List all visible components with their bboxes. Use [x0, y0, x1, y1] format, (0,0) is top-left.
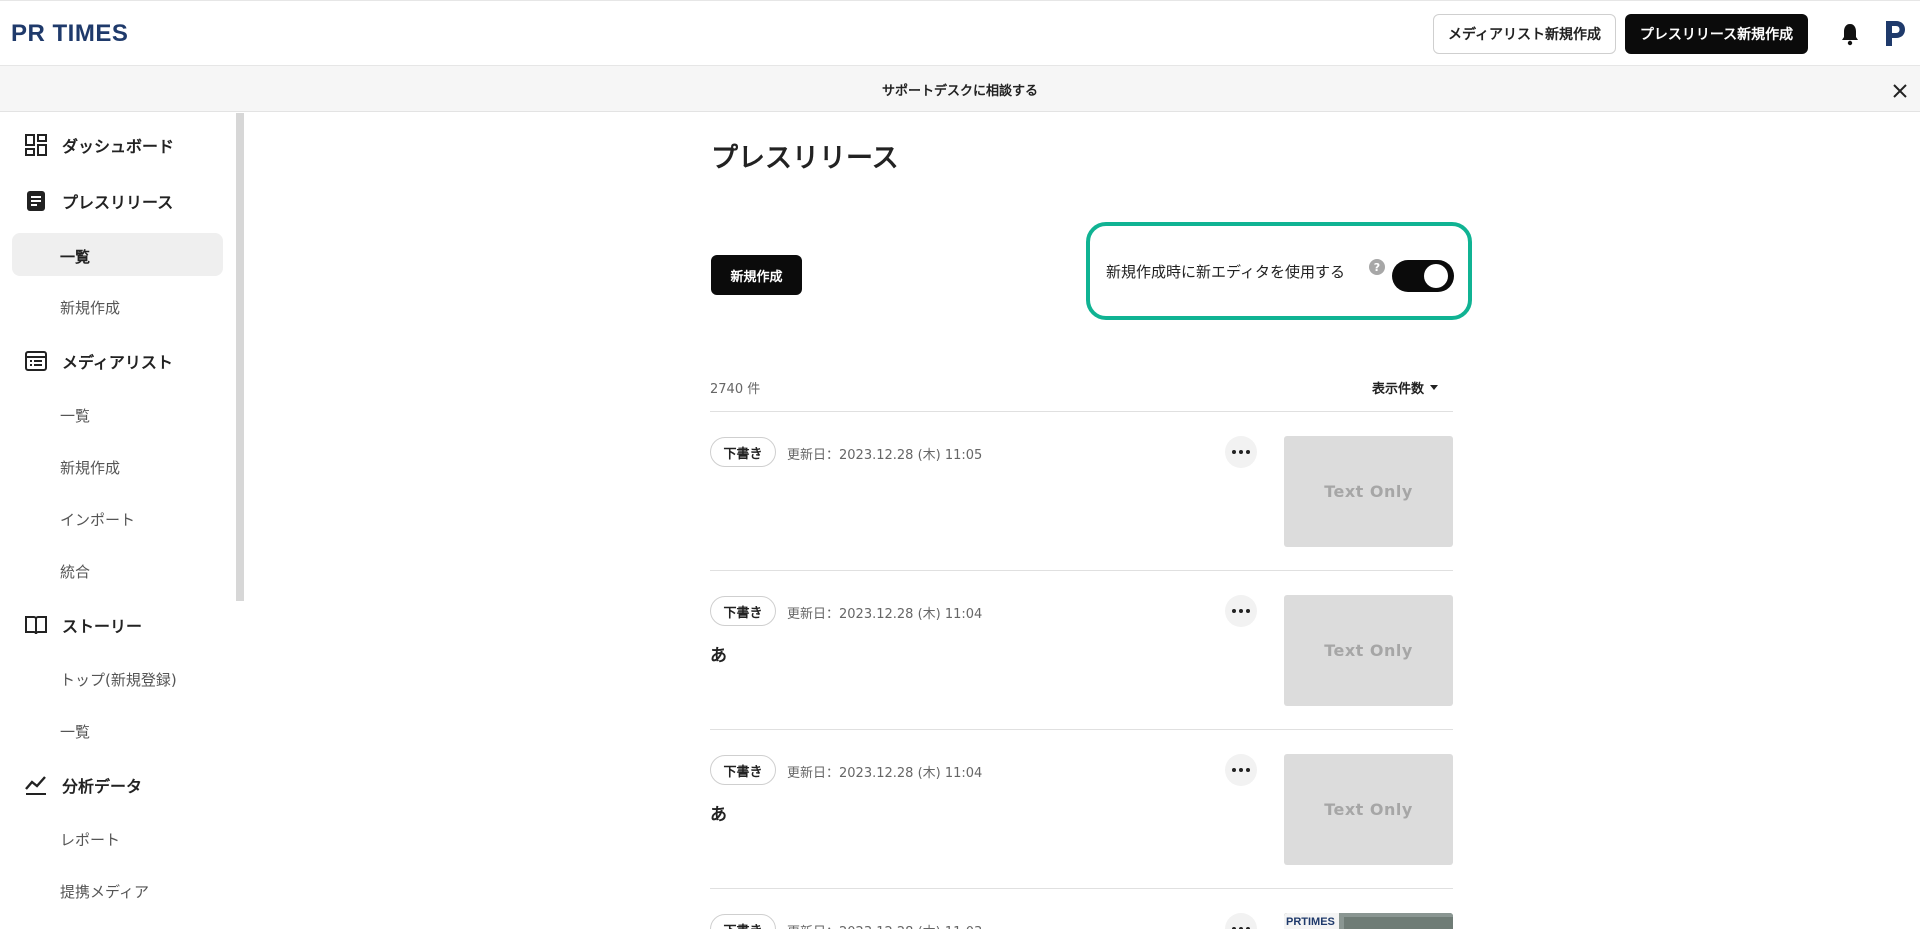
svg-text:PR TIMES: PR TIMES	[11, 20, 128, 47]
chart-line-icon	[25, 776, 46, 795]
status-badge: 下書き	[710, 437, 776, 467]
list-item[interactable]: 下書き 更新日：2023.12.28 (木) 11:04 あ Text Only	[710, 730, 1453, 889]
sidebar-item-media-list-list[interactable]: 一覧	[60, 405, 90, 425]
sidebar-scrollbar[interactable]	[236, 113, 244, 601]
sidebar-item-media-list-new[interactable]: 新規作成	[60, 457, 120, 477]
per-page-dropdown[interactable]: 表示件数	[1372, 378, 1439, 397]
sidebar-item-analytics-media[interactable]: 提携メディア	[60, 881, 149, 901]
sidebar-item-label: 一覧	[60, 248, 91, 266]
updated-date: 更新日：2023.12.28 (木) 11:04	[787, 766, 983, 781]
list-item[interactable]: 下書き 更新日：2023.12.28 (木) 11:05 Text Only	[710, 412, 1453, 571]
updated-date: 更新日：2023.12.28 (木) 11:04	[787, 607, 983, 622]
top-header: PR TIMES メディアリスト新規作成 プレスリリース新規作成	[0, 0, 1920, 66]
sidebar-item-label: メディアリスト	[62, 353, 173, 372]
updated-date: 更新日：2023.12.28 (木) 11:03	[787, 921, 982, 929]
page-title: プレスリリース	[711, 143, 899, 174]
status-badge: 下書き	[710, 596, 776, 626]
sidebar-item-media-list[interactable]: メディアリスト	[24, 347, 173, 375]
sidebar-item-press-release-list[interactable]	[12, 233, 223, 276]
thumbnail: Text Only	[1284, 436, 1453, 547]
sidebar-item-media-list-merge[interactable]: 統合	[60, 561, 90, 581]
book-icon	[25, 616, 47, 635]
more-options-button[interactable]	[1225, 436, 1257, 468]
release-title[interactable]: あ	[710, 800, 727, 825]
sidebar-item-dashboard[interactable]: ダッシュボード	[24, 131, 174, 159]
updated-date: 更新日：2023.12.28 (木) 11:05	[787, 448, 983, 463]
support-desk-link[interactable]: サポートデスクに相談する	[0, 80, 1920, 99]
sidebar-item-analytics[interactable]: 分析データ	[24, 771, 142, 799]
close-icon[interactable]	[1889, 80, 1911, 102]
list-item[interactable]: 下書き 更新日：2023.12.28 (木) 11:03 PRTIMES	[710, 889, 1453, 929]
new-press-release-button[interactable]: プレスリリース新規作成	[1625, 14, 1808, 54]
new-media-list-button[interactable]: メディアリスト新規作成	[1433, 14, 1616, 54]
release-title[interactable]: あ	[710, 641, 727, 666]
thumbnail-logo-text: PRTIMES	[1286, 916, 1335, 928]
status-badge: 下書き	[710, 914, 776, 929]
more-options-button[interactable]	[1225, 913, 1257, 929]
sidebar-item-press-release-new[interactable]: 新規作成	[60, 297, 120, 317]
thumbnail: Text Only	[1284, 595, 1453, 706]
sidebar-item-press-release[interactable]: プレスリリース	[24, 187, 173, 215]
sidebar-item-label: 分析データ	[62, 777, 143, 796]
sidebar-item-label: プレスリリース	[62, 193, 174, 212]
more-options-button[interactable]	[1225, 595, 1257, 627]
dashboard-icon	[25, 134, 47, 156]
sidebar-item-label: ダッシュボード	[62, 137, 175, 156]
thumbnail-photo: PRTIMES	[1284, 913, 1453, 929]
support-bar: サポートデスクに相談する	[0, 66, 1920, 112]
bell-icon[interactable]	[1839, 22, 1861, 46]
sidebar-item-story[interactable]: ストーリー	[24, 611, 142, 639]
sidebar-item-story-top[interactable]: トップ(新規登録)	[60, 669, 177, 689]
result-count: 2740 件	[710, 382, 761, 397]
sidebar-item-label: ストーリー	[62, 617, 143, 636]
sidebar-item-media-list-import[interactable]: インポート	[60, 509, 135, 529]
caret-down-icon	[1430, 385, 1439, 390]
help-icon[interactable]: ?	[1369, 259, 1385, 275]
status-badge: 下書き	[710, 755, 776, 785]
sidebar-item-story-list[interactable]: 一覧	[60, 721, 90, 741]
editor-toggle-label: 新規作成時に新エディタを使用する	[1106, 263, 1345, 281]
account-avatar-icon[interactable]	[1882, 17, 1908, 49]
document-icon	[27, 191, 45, 211]
per-page-label: 表示件数	[1372, 382, 1425, 397]
toggle-knob	[1424, 264, 1448, 288]
sidebar-item-analytics-report[interactable]: レポート	[60, 829, 120, 849]
list-icon	[25, 351, 47, 371]
thumbnail: Text Only	[1284, 754, 1453, 865]
list-item[interactable]: 下書き 更新日：2023.12.28 (木) 11:04 あ Text Only	[710, 571, 1453, 730]
prtimes-logo[interactable]: PR TIMES	[11, 19, 136, 47]
new-press-release-button[interactable]: 新規作成	[711, 255, 802, 295]
more-options-button[interactable]	[1225, 754, 1257, 786]
thumbnail-image: PRTIMES	[1284, 913, 1453, 929]
